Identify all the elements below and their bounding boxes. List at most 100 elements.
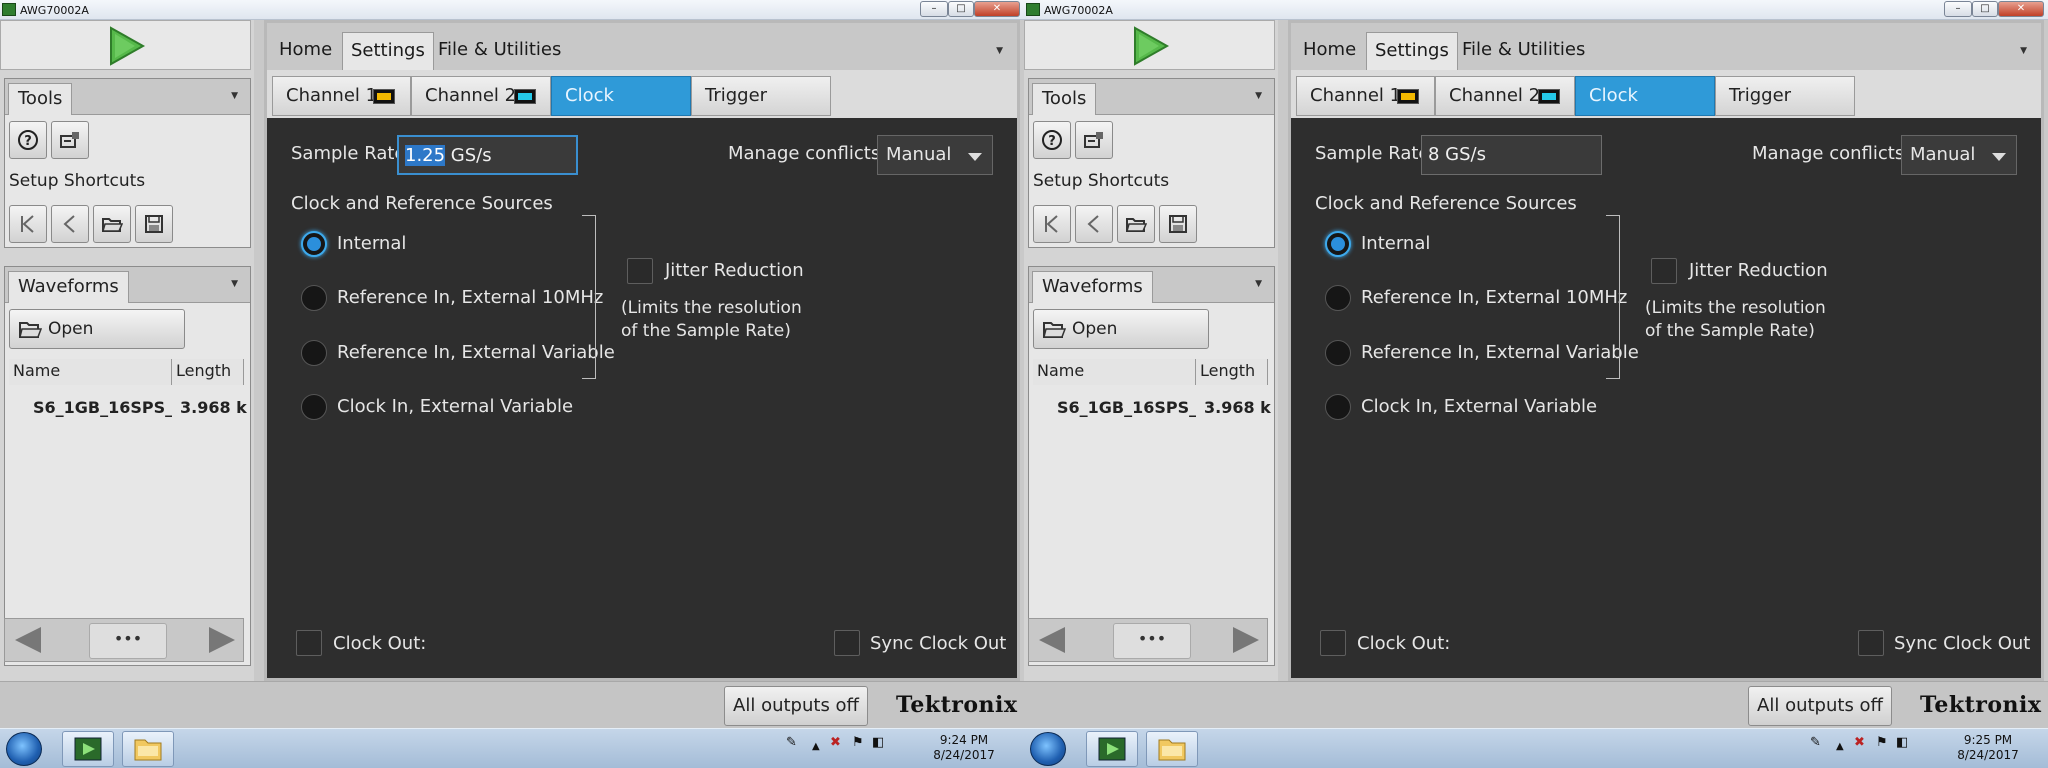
sync-clock-out-checkbox[interactable]: [1858, 630, 1884, 656]
save-setup-button[interactable]: [1159, 205, 1197, 243]
jitter-reduction-checkbox[interactable]: [1651, 258, 1677, 284]
source-radio-ext-10mhz[interactable]: [301, 285, 327, 311]
row-drag-handle-icon[interactable]: ⋮: [13, 395, 21, 421]
tab-settings[interactable]: Settings: [1366, 32, 1458, 70]
scroll-right-icon[interactable]: [209, 627, 235, 653]
source-radio-clock-in[interactable]: [301, 394, 327, 420]
waveforms-dropdown-icon[interactable]: ▼: [231, 279, 238, 289]
open-waveform-button[interactable]: Open Waveform: [9, 309, 185, 377]
open-waveform-button[interactable]: Open Waveform: [1033, 309, 1209, 377]
tools-scrollbar[interactable]: •••: [1028, 618, 1268, 662]
volume-icon[interactable]: ◧: [872, 735, 884, 750]
maximize-button[interactable]: □: [948, 1, 974, 17]
sample-rate-input[interactable]: 8 GS/s: [1421, 135, 1602, 175]
tools-dropdown-icon[interactable]: ▼: [231, 91, 238, 101]
length-column-header[interactable]: Length: [1196, 359, 1268, 385]
action-center-icon[interactable]: ✎: [1810, 735, 1821, 750]
scroll-thumb[interactable]: •••: [1113, 623, 1191, 659]
all-outputs-off-button[interactable]: All outputs off: [724, 686, 868, 726]
source-radio-internal[interactable]: [301, 231, 327, 257]
taskbar-clock[interactable]: 9:25 PM 8/24/2017: [1934, 733, 2042, 763]
main-tabs-dropdown-icon[interactable]: ▼: [2020, 46, 2027, 56]
source-radio-ext-variable[interactable]: [301, 340, 327, 366]
tools-tab[interactable]: Tools: [1032, 83, 1097, 115]
scroll-right-icon[interactable]: [1233, 627, 1259, 653]
title-bar[interactable]: AWG70002A – □ ✕: [0, 0, 1024, 20]
source-radio-ext-10mhz[interactable]: [1325, 285, 1351, 311]
flag-icon[interactable]: ⚑: [1876, 735, 1888, 750]
play-icon[interactable]: [1127, 25, 1173, 67]
name-column-header[interactable]: Name: [9, 359, 172, 385]
back-shortcut-button[interactable]: [1075, 205, 1113, 243]
taskbar-explorer[interactable]: [1146, 731, 1198, 767]
tab-channel-1[interactable]: Channel 1: [1296, 76, 1435, 116]
scroll-left-icon[interactable]: [15, 627, 41, 653]
source-radio-ext-variable[interactable]: [1325, 340, 1351, 366]
back-shortcut-button[interactable]: [51, 205, 89, 243]
tools-config-button[interactable]: [1075, 121, 1113, 159]
tab-clock[interactable]: Clock: [551, 76, 691, 116]
waveforms-dropdown-icon[interactable]: ▼: [1255, 279, 1262, 289]
maximize-button[interactable]: □: [1972, 1, 1998, 17]
name-column-header[interactable]: Name: [1033, 359, 1196, 385]
open-setup-button[interactable]: [93, 205, 131, 243]
network-icon[interactable]: ✖: [830, 735, 841, 750]
tab-trigger[interactable]: Trigger: [691, 76, 831, 116]
taskbar-clock[interactable]: 9:24 PM 8/24/2017: [910, 733, 1018, 763]
tools-tab[interactable]: Tools: [8, 83, 73, 115]
length-column-header[interactable]: Length: [172, 359, 244, 385]
close-button[interactable]: ✕: [1998, 1, 2044, 17]
tab-file-utilities[interactable]: File & Utilities: [1454, 32, 1593, 70]
source-radio-internal[interactable]: [1325, 231, 1351, 257]
scroll-thumb[interactable]: •••: [89, 623, 167, 659]
tab-home[interactable]: Home: [271, 32, 340, 70]
first-shortcut-button[interactable]: [1033, 205, 1071, 243]
save-setup-button[interactable]: [135, 205, 173, 243]
tab-channel-1[interactable]: Channel 1: [272, 76, 411, 116]
tools-config-button[interactable]: [51, 121, 89, 159]
volume-icon[interactable]: ◧: [1896, 735, 1908, 750]
first-shortcut-button[interactable]: [9, 205, 47, 243]
tab-trigger[interactable]: Trigger: [1715, 76, 1855, 116]
tab-channel-2[interactable]: Channel 2: [1435, 76, 1575, 116]
clock-out-checkbox[interactable]: [296, 630, 322, 656]
tools-scrollbar[interactable]: •••: [4, 618, 244, 662]
waveforms-tab[interactable]: Waveforms: [1032, 271, 1153, 303]
tab-clock[interactable]: Clock: [1575, 76, 1715, 116]
minimize-button[interactable]: –: [1944, 1, 1972, 17]
manage-conflicts-select[interactable]: Manual: [877, 135, 993, 175]
close-button[interactable]: ✕: [974, 1, 1020, 17]
start-button[interactable]: [1030, 732, 1066, 766]
title-bar[interactable]: AWG70002A – □ ✕: [1024, 0, 2048, 20]
taskbar-awg-app[interactable]: [1086, 731, 1138, 767]
all-outputs-off-button[interactable]: All outputs off: [1748, 686, 1892, 726]
tab-file-utilities[interactable]: File & Utilities: [430, 32, 569, 70]
panel-splitter[interactable]: [254, 20, 264, 681]
minimize-button[interactable]: –: [920, 1, 948, 17]
help-button[interactable]: ?: [9, 121, 47, 159]
tab-channel-2[interactable]: Channel 2: [411, 76, 551, 116]
open-setup-button[interactable]: [1117, 205, 1155, 243]
clock-out-checkbox[interactable]: [1320, 630, 1346, 656]
tab-settings[interactable]: Settings: [342, 32, 434, 70]
start-button[interactable]: [6, 732, 42, 766]
show-hidden-icons-icon[interactable]: ▲: [812, 741, 820, 752]
row-drag-handle-icon[interactable]: ⋮: [1037, 395, 1045, 421]
sync-clock-out-checkbox[interactable]: [834, 630, 860, 656]
taskbar-awg-app[interactable]: [62, 731, 114, 767]
panel-splitter[interactable]: [1278, 20, 1288, 681]
jitter-reduction-checkbox[interactable]: [627, 258, 653, 284]
waveforms-tab[interactable]: Waveforms: [8, 271, 129, 303]
manage-conflicts-select[interactable]: Manual: [1901, 135, 2017, 175]
action-center-icon[interactable]: ✎: [786, 735, 797, 750]
play-icon[interactable]: [103, 25, 149, 67]
tools-dropdown-icon[interactable]: ▼: [1255, 91, 1262, 101]
help-button[interactable]: ?: [1033, 121, 1071, 159]
main-tabs-dropdown-icon[interactable]: ▼: [996, 46, 1003, 56]
taskbar-explorer[interactable]: [122, 731, 174, 767]
show-hidden-icons-icon[interactable]: ▲: [1836, 741, 1844, 752]
network-icon[interactable]: ✖: [1854, 735, 1865, 750]
tab-home[interactable]: Home: [1295, 32, 1364, 70]
flag-icon[interactable]: ⚑: [852, 735, 864, 750]
scroll-left-icon[interactable]: [1039, 627, 1065, 653]
